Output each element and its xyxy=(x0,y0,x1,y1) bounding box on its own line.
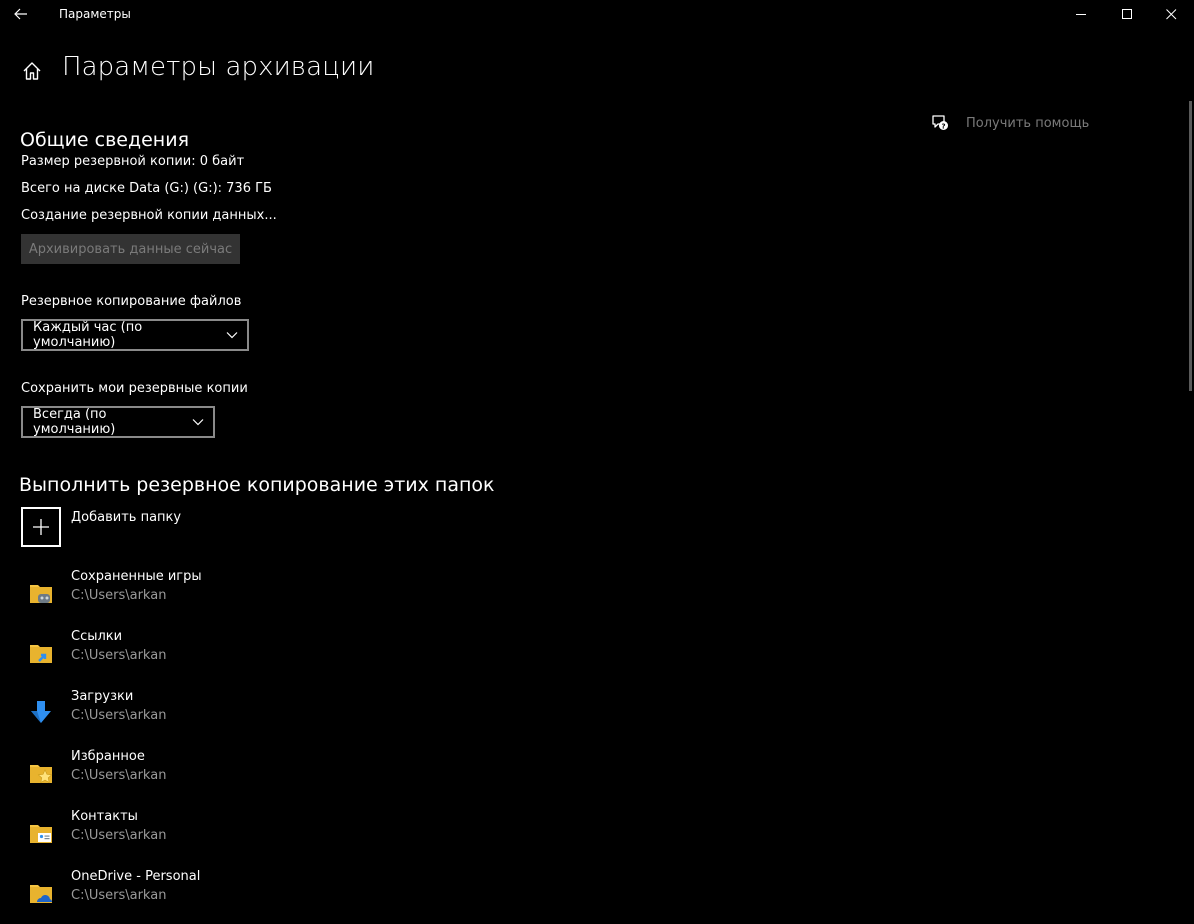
frequency-selected-value: Каждый час (по умолчанию) xyxy=(33,320,143,350)
help-chat-icon: ? xyxy=(932,115,948,130)
favorites-folder-icon xyxy=(30,765,53,784)
page-title: Параметры архивации xyxy=(62,52,375,82)
chevron-down-icon xyxy=(226,328,239,342)
downloads-arrow-icon xyxy=(31,701,51,723)
folder-name: OneDrive - Personal xyxy=(71,869,201,884)
get-help-label: Получить помощь xyxy=(966,115,1090,131)
folder-list-item[interactable]: Контакты C:\Users\arkan xyxy=(0,809,600,859)
chevron-down-icon xyxy=(192,415,205,429)
disk-total-text: Всего на диске Data (G:) (G:): 736 ГБ xyxy=(21,181,272,196)
get-help-link[interactable]: ? Получить помощь xyxy=(930,113,1089,133)
folder-name: Контакты xyxy=(71,809,138,824)
folder-list-item[interactable]: Загрузки C:\Users\arkan xyxy=(0,689,600,739)
svg-text:?: ? xyxy=(941,122,945,130)
links-folder-icon xyxy=(30,645,52,663)
folder-list-item[interactable]: Ссылки C:\Users\arkan xyxy=(0,629,600,679)
retention-label: Сохранить мои резервные копии xyxy=(21,381,248,396)
folder-name: Загрузки xyxy=(71,689,134,704)
folder-name: Сохраненные игры xyxy=(71,569,202,584)
window-title: Параметры xyxy=(59,7,131,21)
minimize-icon xyxy=(1075,13,1086,15)
contacts-folder-icon xyxy=(30,825,52,843)
backup-now-button[interactable]: Архивировать данные сейчас xyxy=(21,234,240,264)
backup-size-text: Размер резервной копии: 0 байт xyxy=(21,154,245,169)
onedrive-folder-icon xyxy=(30,885,52,903)
frequency-label: Резервное копирование файлов xyxy=(21,294,242,309)
back-button[interactable] xyxy=(8,2,34,26)
back-arrow-icon xyxy=(14,8,27,20)
folder-path: C:\Users\arkan xyxy=(71,888,167,903)
folder-list-item[interactable]: Сохраненные игры C:\Users\arkan xyxy=(0,569,600,619)
maximize-icon xyxy=(1121,8,1132,19)
close-icon xyxy=(1165,8,1176,19)
overview-title: Общие сведения xyxy=(20,129,190,151)
home-button[interactable] xyxy=(20,59,44,83)
add-folder-label[interactable]: Добавить папку xyxy=(71,510,181,525)
title-bar: Параметры xyxy=(0,0,1194,28)
folder-name: Ссылки xyxy=(71,629,123,644)
plus-icon xyxy=(33,519,49,535)
folders-title: Выполнить резервное копирование этих пап… xyxy=(19,474,495,496)
maximize-button[interactable] xyxy=(1104,0,1150,28)
close-button[interactable] xyxy=(1148,0,1194,28)
folder-path: C:\Users\arkan xyxy=(71,768,167,783)
retention-dropdown[interactable]: Всегда (по умолчанию) xyxy=(21,406,215,438)
folder-path: C:\Users\arkan xyxy=(71,828,167,843)
minimize-button[interactable] xyxy=(1058,0,1104,28)
folder-name: Избранное xyxy=(71,749,145,764)
vertical-scrollbar[interactable] xyxy=(1189,101,1192,391)
folder-list-item[interactable]: Избранное C:\Users\arkan xyxy=(0,749,600,799)
folder-path: C:\Users\arkan xyxy=(71,588,167,603)
home-icon xyxy=(23,62,41,80)
saved-games-folder-icon xyxy=(30,585,52,603)
folder-path: C:\Users\arkan xyxy=(71,648,167,663)
frequency-dropdown[interactable]: Каждый час (по умолчанию) xyxy=(21,319,249,351)
folder-path: C:\Users\arkan xyxy=(71,708,167,723)
retention-selected-value: Всегда (по умолчанию) xyxy=(33,407,116,437)
folder-list-item[interactable]: OneDrive - Personal C:\Users\arkan xyxy=(0,869,600,919)
add-folder-button[interactable] xyxy=(21,507,61,547)
backup-status-text: Создание резервной копии данных... xyxy=(21,208,277,223)
